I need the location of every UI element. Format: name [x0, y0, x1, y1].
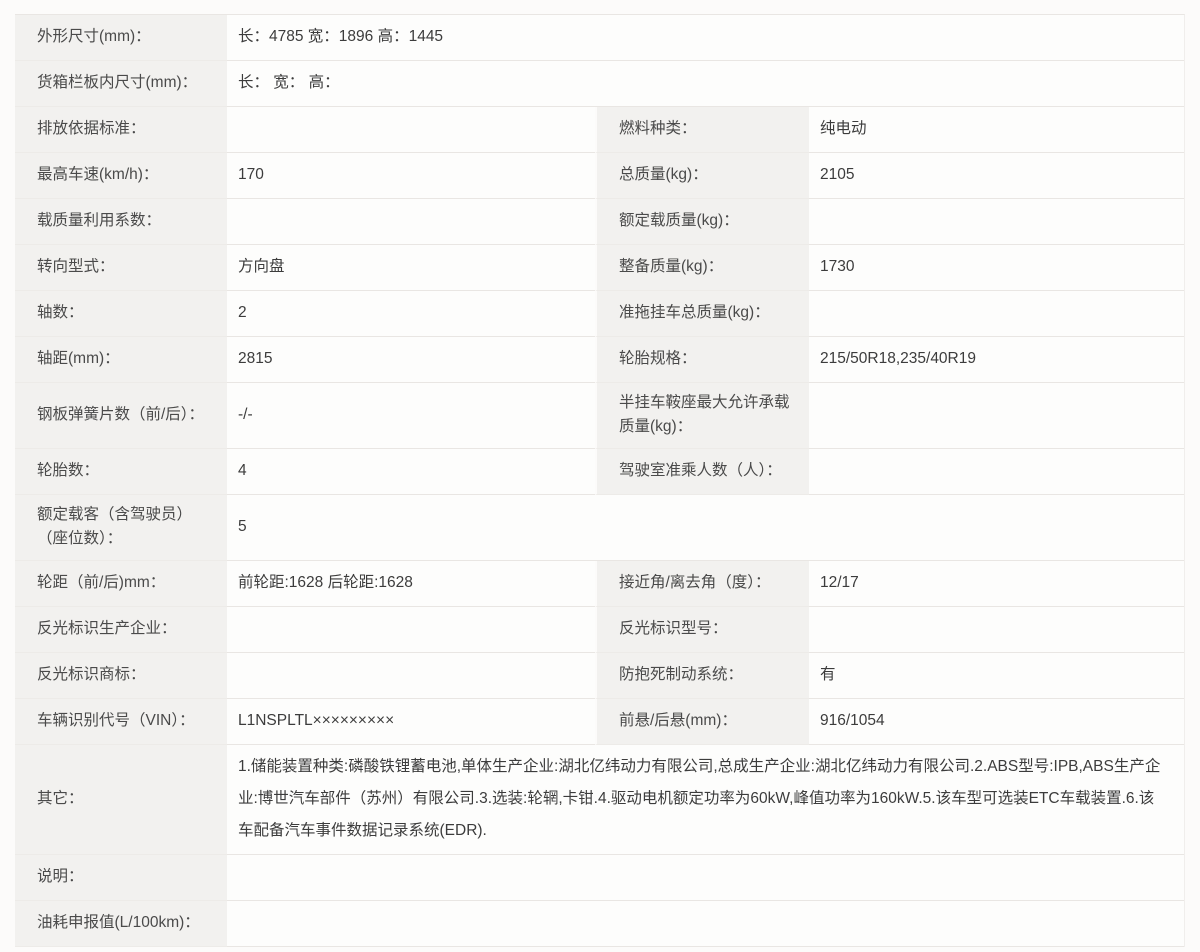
spec-label: 驾驶室准乘人数（人）： [595, 448, 809, 495]
spec-value: 916/1054 [809, 698, 1184, 745]
spec-value: 长： 宽： 高： [227, 61, 1184, 107]
spec-label: 整备质量(kg)： [595, 245, 809, 291]
spec-value: 有 [809, 652, 1184, 699]
spec-label: 说明： [15, 854, 227, 901]
spec-label: 总质量(kg)： [595, 153, 809, 199]
spec-value: -/- [227, 383, 595, 449]
spec-value [809, 383, 1184, 449]
spec-row: 轮胎数： 4 驾驶室准乘人数（人）： [15, 448, 1184, 495]
spec-value: 方向盘 [227, 245, 595, 291]
spec-value: 4 [227, 448, 595, 495]
spec-label: 防抱死制动系统： [595, 652, 809, 699]
spec-value: 12/17 [809, 560, 1184, 607]
spec-row: 其它： 1.储能装置种类:磷酸铁锂蓄电池,单体生产企业:湖北亿纬动力有限公司,总成… [15, 744, 1184, 855]
vehicle-spec-table: 外形尺寸(mm)： 长：4785 宽：1896 高：1445 货箱栏板内尺寸(mm)… [15, 14, 1185, 947]
spec-row: 排放依据标准： 燃料种类： 纯电动 [15, 107, 1184, 153]
spec-value [227, 199, 595, 245]
spec-value: 2 [227, 291, 595, 337]
spec-row: 载质量利用系数： 额定载质量(kg)： [15, 199, 1184, 245]
spec-row: 最高车速(km/h)： 170 总质量(kg)： 2105 [15, 153, 1184, 199]
spec-label: 半挂车鞍座最大允许承载 质量(kg)： [595, 383, 809, 449]
spec-value: 2105 [809, 153, 1184, 199]
spec-label: 轮距（前/后)mm： [15, 560, 227, 607]
spec-row: 轴数： 2 准拖挂车总质量(kg)： [15, 291, 1184, 337]
spec-label: 反光标识型号： [595, 606, 809, 653]
spec-value [227, 107, 595, 153]
spec-row: 轮距（前/后)mm： 前轮距:1628 后轮距:1628 接近角/离去角（度）： 12… [15, 560, 1184, 607]
spec-row: 油耗申报值(L/100km)： [15, 900, 1184, 947]
spec-label: 转向型式： [15, 245, 227, 291]
spec-value [809, 199, 1184, 245]
spec-label: 准拖挂车总质量(kg)： [595, 291, 809, 337]
spec-value [809, 448, 1184, 495]
spec-label: 轮胎数： [15, 448, 227, 495]
spec-label: 载质量利用系数： [15, 199, 227, 245]
spec-label: 其它： [15, 744, 227, 855]
spec-row: 货箱栏板内尺寸(mm)： 长： 宽： 高： [15, 61, 1184, 107]
spec-value: L1NSPLTL××××××××× [227, 698, 595, 745]
spec-value: 1730 [809, 245, 1184, 291]
spec-value [227, 900, 1184, 947]
spec-label: 油耗申报值(L/100km)： [15, 900, 227, 947]
spec-label: 燃料种类： [595, 107, 809, 153]
spec-label: 排放依据标准： [15, 107, 227, 153]
spec-label: 车辆识别代号（VIN）： [15, 698, 227, 745]
spec-value [809, 291, 1184, 337]
spec-value: 215/50R18,235/40R19 [809, 337, 1184, 383]
spec-label: 货箱栏板内尺寸(mm)： [15, 61, 227, 107]
spec-label: 钢板弹簧片数（前/后）： [15, 383, 227, 449]
spec-value: 170 [227, 153, 595, 199]
spec-row: 转向型式： 方向盘 整备质量(kg)： 1730 [15, 245, 1184, 291]
spec-value [227, 606, 595, 653]
spec-label: 最高车速(km/h)： [15, 153, 227, 199]
spec-label: 接近角/离去角（度）： [595, 560, 809, 607]
spec-row: 外形尺寸(mm)： 长：4785 宽：1896 高：1445 [15, 15, 1184, 61]
spec-value: 5 [227, 494, 1184, 561]
spec-row: 反光标识生产企业： 反光标识型号： [15, 606, 1184, 653]
spec-value [809, 606, 1184, 653]
spec-label: 额定载质量(kg)： [595, 199, 809, 245]
spec-label: 反光标识商标： [15, 652, 227, 699]
spec-row: 车辆识别代号（VIN）： L1NSPLTL××××××××× 前悬/后悬(mm)： 9… [15, 698, 1184, 745]
spec-label: 外形尺寸(mm)： [15, 15, 227, 61]
spec-row: 反光标识商标： 防抱死制动系统：有 [15, 652, 1184, 699]
spec-value: 2815 [227, 337, 595, 383]
spec-value: 前轮距:1628 后轮距:1628 [227, 560, 595, 607]
spec-value [227, 652, 595, 699]
spec-label: 轴距(mm)： [15, 337, 227, 383]
spec-value [227, 854, 1184, 901]
spec-label: 前悬/后悬(mm)： [595, 698, 809, 745]
spec-value: 纯电动 [809, 107, 1184, 153]
spec-label: 轮胎规格： [595, 337, 809, 383]
spec-label: 额定载客（含驾驶员） （座位数）： [15, 494, 227, 561]
spec-row: 额定载客（含驾驶员） （座位数）： 5 [15, 494, 1184, 561]
spec-row: 说明： [15, 854, 1184, 901]
spec-value: 长：4785 宽：1896 高：1445 [227, 15, 1184, 61]
spec-label: 反光标识生产企业： [15, 606, 227, 653]
spec-label: 轴数： [15, 291, 227, 337]
spec-row: 轴距(mm)： 2815 轮胎规格： 215/50R18,235/40R19 [15, 337, 1184, 383]
spec-value: 1.储能装置种类:磷酸铁锂蓄电池,单体生产企业:湖北亿纬动力有限公司,总成生产企… [227, 744, 1184, 855]
spec-row: 钢板弹簧片数（前/后）： -/- 半挂车鞍座最大允许承载 质量(kg)： [15, 383, 1184, 449]
